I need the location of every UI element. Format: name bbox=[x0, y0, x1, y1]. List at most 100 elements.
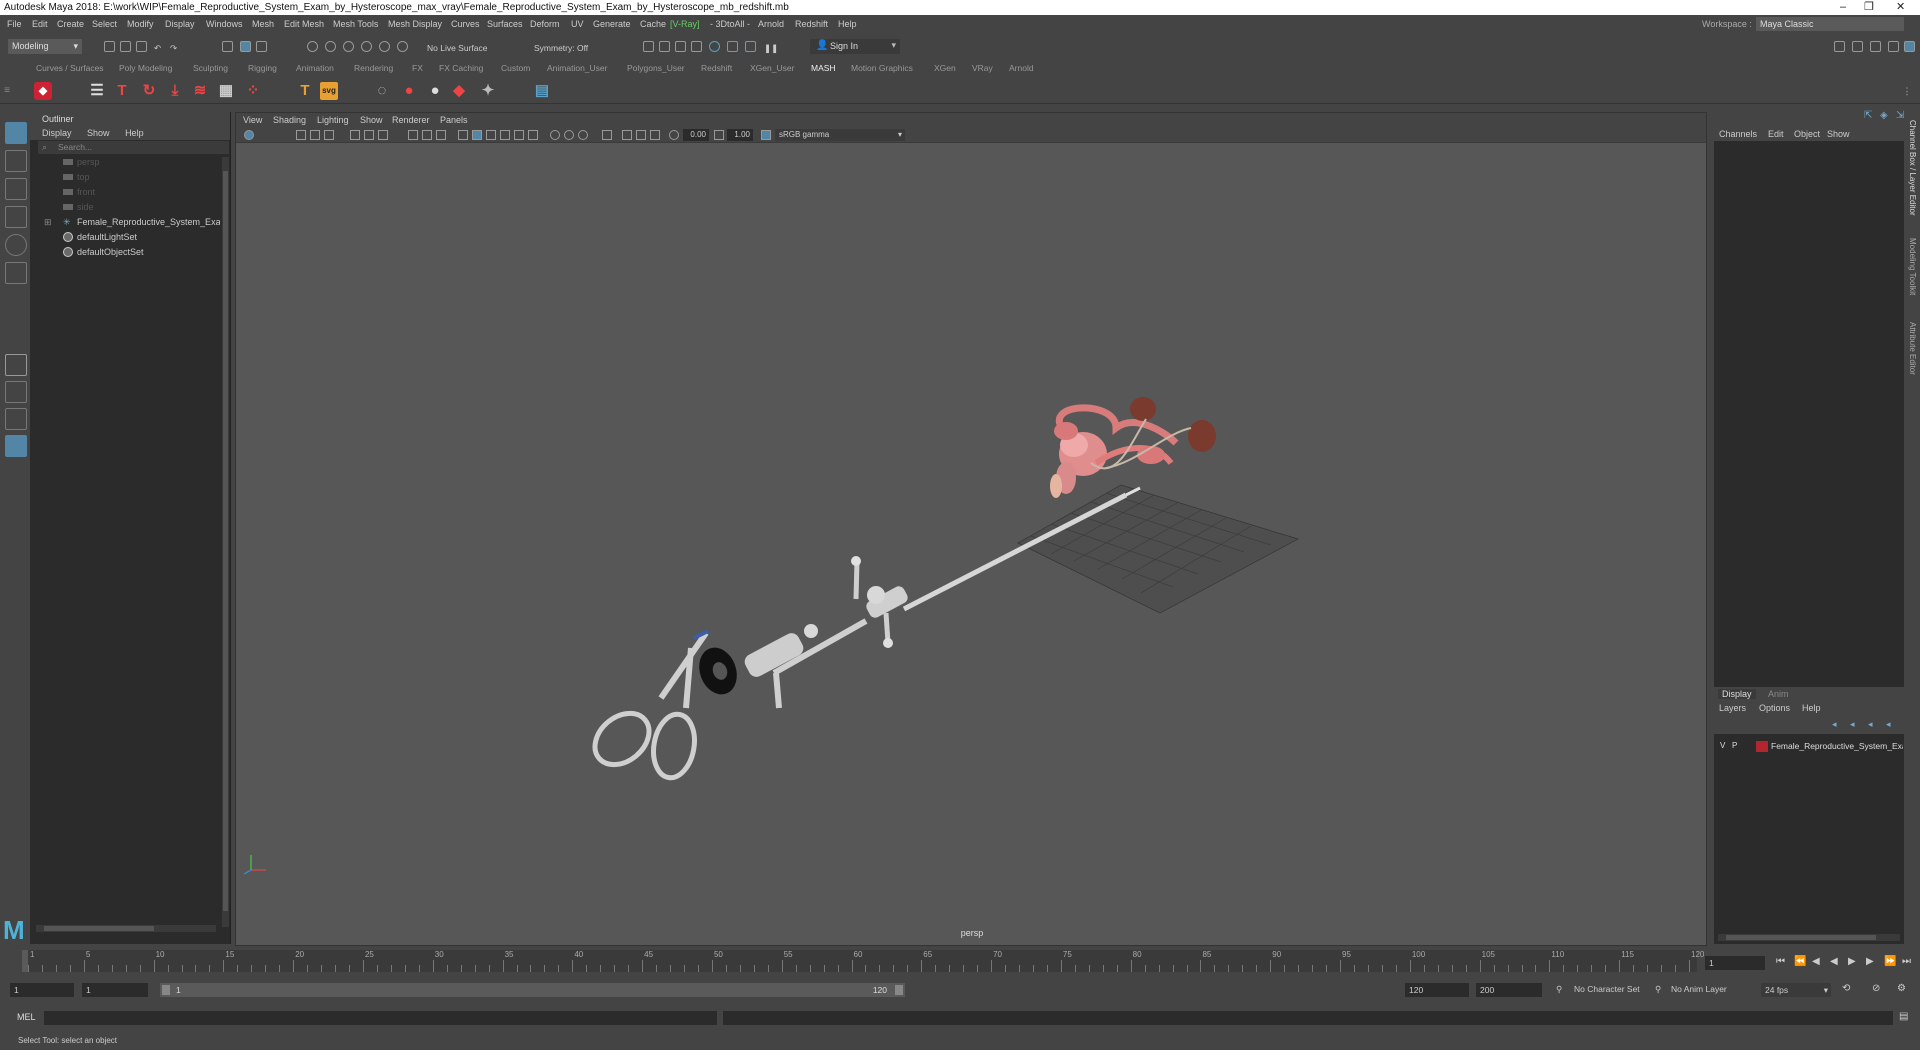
wireframe-on-shaded-icon[interactable] bbox=[486, 130, 496, 140]
time-slider[interactable]: 1 5 10 15 20 25 30 35 40 45 50 55 60 65 70 75 80 85 90 95 10… bbox=[0, 950, 1920, 980]
single-perspective-layout-icon[interactable] bbox=[5, 354, 27, 376]
menu-mesh-tools[interactable]: Mesh Tools bbox=[333, 15, 378, 33]
tab-display[interactable]: Display bbox=[1718, 689, 1756, 699]
shadows-icon[interactable] bbox=[528, 130, 538, 140]
command-language-label[interactable]: MEL bbox=[17, 1012, 36, 1022]
save-scene-icon[interactable] bbox=[136, 41, 147, 52]
four-view-layout-icon[interactable] bbox=[5, 381, 27, 403]
pause-icon[interactable]: ❚❚ bbox=[764, 43, 778, 54]
layer-menu-options[interactable]: Options bbox=[1759, 703, 1790, 713]
shelf-tab-rendering[interactable]: Rendering bbox=[354, 63, 393, 73]
menu-curves[interactable]: Curves bbox=[451, 15, 480, 33]
channelbox-menu-edit[interactable]: Edit bbox=[1768, 129, 1784, 139]
step-back-key-icon[interactable]: ⏪ bbox=[1794, 956, 1806, 967]
restore-icon[interactable]: ❐ bbox=[1864, 0, 1874, 15]
layer-menu-help[interactable]: Help bbox=[1802, 703, 1821, 713]
shelf-tab-mash[interactable]: MASH bbox=[811, 63, 836, 73]
gate-mask-icon[interactable] bbox=[408, 130, 418, 140]
character-set-label[interactable]: No Character Set bbox=[1574, 984, 1640, 994]
color-management-icon[interactable] bbox=[761, 130, 771, 140]
tool-settings-icon[interactable] bbox=[1870, 41, 1881, 52]
dock-arrow-icon[interactable]: ⇱ bbox=[1864, 110, 1872, 121]
move-layer-up-icon[interactable]: ◂ bbox=[1832, 719, 1837, 730]
redo-icon[interactable]: ↷ bbox=[170, 43, 177, 54]
menu-mesh-display[interactable]: Mesh Display bbox=[388, 15, 442, 33]
side-tab-channel-box[interactable]: Channel Box / Layer Editor bbox=[1908, 120, 1917, 216]
outliner-horizontal-scrollbar[interactable] bbox=[36, 925, 216, 932]
auto-key-icon[interactable]: ⊘ bbox=[1872, 983, 1880, 994]
open-scene-icon[interactable] bbox=[120, 41, 131, 52]
shelf-tab-fx-caching[interactable]: FX Caching bbox=[439, 63, 483, 73]
shelf-tab-polygons-user[interactable]: Polygons_User bbox=[627, 63, 685, 73]
go-to-end-icon[interactable]: ⏭ bbox=[1902, 956, 1911, 967]
menu-edit[interactable]: Edit bbox=[32, 15, 48, 33]
shelf-tab-motion-graphics[interactable]: Motion Graphics bbox=[851, 63, 913, 73]
current-frame-field[interactable]: 1 bbox=[1705, 956, 1765, 970]
field-chart-icon[interactable] bbox=[422, 130, 432, 140]
menu-surfaces[interactable]: Surfaces bbox=[487, 15, 523, 33]
close-icon[interactable]: ✕ bbox=[1896, 0, 1905, 15]
viewport-menu-shading[interactable]: Shading bbox=[273, 115, 306, 125]
mash-network-icon[interactable]: ◆ bbox=[34, 82, 52, 100]
playback-end-field[interactable]: 120 bbox=[1405, 983, 1469, 997]
wireframe-icon[interactable] bbox=[458, 130, 468, 140]
camera-attributes-icon[interactable] bbox=[296, 130, 306, 140]
snap-curve-icon[interactable] bbox=[325, 41, 336, 52]
motion-blur-icon[interactable] bbox=[564, 130, 574, 140]
outliner-item-female-reproductive-system[interactable]: ⊞ ✳ Female_Reproductive_System_Exam_b bbox=[30, 215, 220, 229]
outliner-vertical-scrollbar[interactable] bbox=[222, 157, 229, 927]
mash-blend-icon[interactable]: ≋ bbox=[191, 82, 209, 100]
redshift-render-icon[interactable] bbox=[727, 41, 738, 52]
snap-point-icon[interactable] bbox=[343, 41, 354, 52]
mash-text-icon[interactable]: T bbox=[113, 82, 131, 100]
channel-box-icon[interactable] bbox=[1888, 41, 1899, 52]
type-tool-icon[interactable]: T bbox=[296, 82, 314, 100]
playback-start-field[interactable]: 1 bbox=[82, 983, 148, 997]
persp-outliner-layout-icon[interactable] bbox=[5, 408, 27, 430]
mash-dynamics-icon[interactable]: ● bbox=[426, 82, 444, 100]
rotate-tool-icon[interactable] bbox=[5, 234, 27, 256]
menu-uv[interactable]: UV bbox=[571, 15, 584, 33]
redshift-ipr-icon[interactable] bbox=[745, 41, 756, 52]
menu-mesh[interactable]: Mesh bbox=[252, 15, 274, 33]
mash-grid-icon[interactable]: ▦ bbox=[217, 82, 235, 100]
scale-tool-icon[interactable] bbox=[5, 262, 27, 284]
new-layer-selected-icon[interactable]: ◂ bbox=[1886, 719, 1891, 730]
viewport-scene[interactable] bbox=[236, 143, 1706, 945]
shelf-tab-sculpting[interactable]: Sculpting bbox=[193, 63, 228, 73]
step-forward-key-icon[interactable]: ⏩ bbox=[1884, 956, 1896, 967]
menu-cache[interactable]: Cache bbox=[640, 15, 666, 33]
outliner-menu-display[interactable]: Display bbox=[42, 128, 72, 138]
start-time-field[interactable]: 1 bbox=[10, 983, 74, 997]
expand-icon[interactable]: ⊞ bbox=[44, 215, 52, 229]
paint-select-tool-icon[interactable] bbox=[5, 178, 27, 200]
render-frame-icon[interactable] bbox=[643, 41, 654, 52]
image-plane-icon[interactable] bbox=[324, 130, 334, 140]
menu-create[interactable]: Create bbox=[57, 15, 84, 33]
menu-redshift[interactable]: Redshift bbox=[795, 15, 828, 33]
fps-dropdown[interactable]: 24 fps ▾ bbox=[1761, 983, 1831, 997]
shelf-tab-animation[interactable]: Animation bbox=[296, 63, 334, 73]
shelf-menu-icon[interactable]: ≡ bbox=[2, 82, 12, 100]
layer-visibility-toggle[interactable]: V bbox=[1720, 741, 1725, 750]
select-tool-icon[interactable] bbox=[5, 122, 27, 144]
mash-scatter-icon[interactable]: ⁘ bbox=[244, 82, 262, 100]
command-input[interactable] bbox=[44, 1011, 717, 1025]
film-gate-icon[interactable] bbox=[364, 130, 374, 140]
snap-grid-icon[interactable] bbox=[307, 41, 318, 52]
shelf-tab-redshift[interactable]: Redshift bbox=[701, 63, 732, 73]
viewport-menu-renderer[interactable]: Renderer bbox=[392, 115, 430, 125]
shelf-tab-rigging[interactable]: Rigging bbox=[248, 63, 277, 73]
gamma-field[interactable]: 1.00 bbox=[727, 129, 753, 141]
side-tab-modeling-toolkit[interactable]: Modeling Toolkit bbox=[1908, 238, 1917, 295]
isolate-select-icon[interactable] bbox=[602, 130, 612, 140]
tab-anim[interactable]: Anim bbox=[1768, 689, 1789, 699]
range-end-handle[interactable] bbox=[895, 985, 903, 995]
mash-curve-icon[interactable]: ↻ bbox=[140, 82, 158, 100]
step-forward-frame-icon[interactable]: ▶︎ bbox=[1866, 956, 1874, 967]
outliner-menu-show[interactable]: Show bbox=[87, 128, 110, 138]
viewport-panel[interactable]: View Shading Lighting Show Renderer Pane… bbox=[235, 112, 1707, 946]
snap-surface-icon[interactable] bbox=[379, 41, 390, 52]
step-back-frame-icon[interactable]: ◀︎ bbox=[1812, 956, 1820, 967]
loop-icon[interactable]: ⟲ bbox=[1842, 983, 1850, 994]
